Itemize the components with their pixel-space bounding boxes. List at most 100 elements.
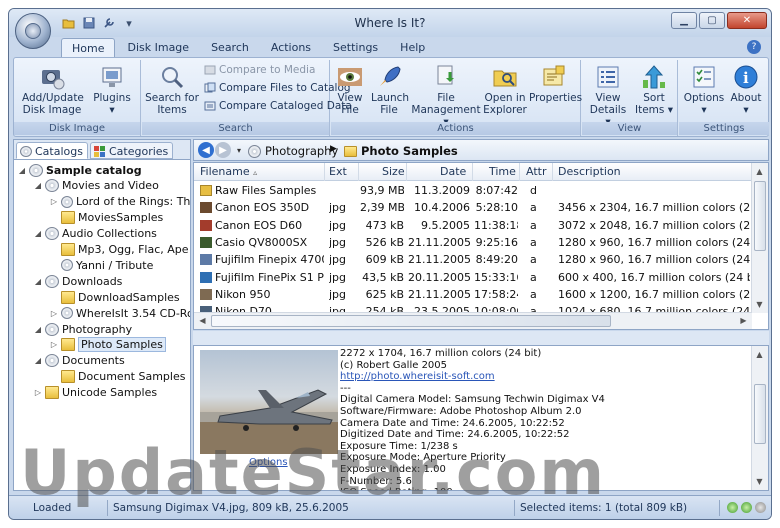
file-list-horizontal-scrollbar[interactable]: ◀ ▶ [194, 312, 752, 329]
column-date[interactable]: Date [440, 165, 466, 178]
scroll-left-icon[interactable]: ◀ [195, 313, 210, 328]
expand-arrow-icon[interactable]: ▷ [50, 309, 58, 318]
compare-cataloged-data-button[interactable]: Compare Cataloged Data [204, 100, 352, 112]
compare-media-icon [204, 64, 216, 76]
tab-catalogs[interactable]: Catalogs [16, 142, 88, 159]
tree-node[interactable]: ▷ Photo Samples [50, 337, 166, 353]
add-update-disk-image-button[interactable]: Add/Update Disk Image [22, 62, 84, 116]
website-link[interactable]: http://photo.whereisit-soft.com [340, 371, 740, 383]
tree-node[interactable]: MoviesSamples [50, 210, 163, 226]
scroll-thumb[interactable] [754, 181, 766, 251]
about-button[interactable]: i About ▾ [727, 62, 765, 116]
scroll-thumb[interactable] [754, 384, 766, 444]
expand-arrow-icon[interactable]: ▷ [50, 197, 58, 206]
tree-node[interactable]: ▷ WhereIsIt 3.54 CD-Ro [50, 305, 190, 321]
collapse-arrow-icon[interactable]: ◢ [34, 325, 42, 334]
file-row[interactable]: Casio QV8000SX jpg 526 kB 21.11.2005 9:25:16… [194, 234, 752, 251]
plugins-button[interactable]: Plugins ▾ [88, 62, 136, 116]
collapse-arrow-icon[interactable]: ◢ [34, 356, 42, 365]
help-icon[interactable]: ? [747, 40, 761, 54]
collapse-arrow-icon[interactable]: ◢ [34, 181, 42, 190]
folder-icon [45, 386, 59, 400]
tree-node[interactable]: ◢ Movies and Video [34, 178, 159, 194]
application-menu-button[interactable] [15, 13, 51, 49]
column-time[interactable]: Time [489, 165, 516, 178]
tree-node[interactable]: ◢ Audio Collections [34, 226, 157, 242]
minimize-button[interactable]: ▁ [671, 12, 697, 29]
tree-node[interactable]: ▷ Unicode Samples [34, 385, 157, 401]
compare-files-to-catalog-button[interactable]: Compare Files to Catalog [204, 82, 351, 94]
maximize-button[interactable]: ▢ [699, 12, 725, 29]
file-row[interactable]: Canon EOS 350D jpg 2,39 MB 10.4.2006 5:28:10… [194, 199, 752, 216]
tree-node[interactable]: Yanni / Tribute [50, 257, 153, 273]
options-button[interactable]: Options ▾ [683, 62, 725, 116]
collapse-arrow-icon[interactable]: ◢ [34, 277, 42, 286]
tab-settings[interactable]: Settings [323, 38, 388, 58]
catalog-tab-strip: Catalogs Categories [14, 140, 190, 160]
collapse-arrow-icon[interactable]: ◢ [34, 229, 42, 238]
open-in-explorer-button[interactable]: Open in Explorer [483, 62, 527, 116]
cell-name-text: Canon EOS 350D [215, 201, 310, 215]
tree-node[interactable]: Mp3, Ogg, Flac, Ape [50, 242, 189, 258]
tab-categories[interactable]: Categories [90, 142, 174, 159]
compare-to-media-button[interactable]: Compare to Media [204, 64, 315, 76]
scroll-down-icon[interactable]: ▼ [752, 474, 767, 489]
file-row[interactable]: Fujifilm FinePix S1 Pro jpg 43,5 kB 20.11.2… [194, 269, 752, 286]
preview-vertical-scrollbar[interactable]: ▲ ▼ [751, 346, 768, 490]
tree-node[interactable]: ▷ Lord of the Rings: Th [50, 194, 190, 210]
file-row[interactable]: Canon EOS D60 jpg 473 kB 9.5.2005 11:38:18 a 3… [194, 217, 752, 234]
catalog-icon [29, 163, 43, 177]
collapse-arrow-icon[interactable]: ◢ [18, 166, 26, 175]
column-size[interactable]: Size [382, 165, 405, 178]
horizontal-scroll-thumb[interactable] [211, 315, 611, 327]
scroll-up-icon[interactable]: ▲ [752, 164, 767, 179]
scroll-right-icon[interactable]: ▶ [736, 313, 751, 328]
tab-help[interactable]: Help [390, 38, 435, 58]
breadcrumb-root[interactable]: Photography [248, 144, 338, 158]
scroll-down-icon[interactable]: ▼ [752, 297, 767, 312]
tree-node[interactable]: ◢ Photography [34, 321, 132, 337]
options-link[interactable]: Options [249, 457, 288, 468]
column-attr[interactable]: Attr [526, 165, 546, 178]
file-row[interactable]: Nikon 950 jpg 625 kB 21.11.2005 17:58:24 a 160… [194, 286, 752, 303]
tree-node[interactable]: ◢ Documents [34, 353, 125, 369]
properties-button[interactable]: Properties [529, 62, 582, 104]
expand-arrow-icon[interactable]: ▷ [50, 340, 58, 349]
image-thumbnail-icon [200, 254, 212, 266]
forward-arrow-icon[interactable]: ▶ [215, 142, 231, 158]
file-list-vertical-scrollbar[interactable]: ▲ ▼ [751, 163, 768, 313]
column-filename[interactable]: Filename ▵ [200, 165, 257, 178]
breadcrumb-current[interactable]: Photo Samples [344, 144, 458, 158]
tab-actions[interactable]: Actions [261, 38, 321, 58]
cell-time: 11:38:18 [474, 219, 518, 232]
file-management-button[interactable]: File Management ▾ [411, 62, 481, 128]
view-file-button[interactable]: View File [333, 62, 367, 116]
scroll-up-icon[interactable]: ▲ [752, 347, 767, 362]
file-row[interactable]: Raw Files Samples 93,9 MB 11.3.2009 8:07:42… [194, 182, 752, 199]
cell-attr: a [530, 236, 546, 249]
file-management-label-2: Management [411, 104, 481, 116]
tree-node[interactable]: ◢ Downloads [34, 273, 122, 289]
breadcrumb-separator-icon[interactable]: ▶ [330, 144, 337, 154]
tab-home[interactable]: Home [61, 38, 116, 58]
disc-icon [45, 322, 59, 336]
tab-disk-image[interactable]: Disk Image [117, 38, 199, 58]
launch-file-button[interactable]: Launch File [371, 62, 409, 116]
sort-items-button[interactable]: Sort Items ▾ [632, 62, 676, 116]
cell-name-text: Canon EOS D60 [215, 218, 303, 232]
tree-node[interactable]: DownloadSamples [50, 289, 180, 305]
column-description[interactable]: Description [558, 165, 621, 178]
column-ext[interactable]: Ext [329, 165, 347, 178]
back-arrow-icon[interactable]: ◀ [198, 142, 214, 158]
tab-search[interactable]: Search [201, 38, 259, 58]
search-for-items-button[interactable]: Search for Items [144, 62, 200, 116]
close-button[interactable]: ✕ [727, 12, 767, 29]
folder-icon [61, 338, 75, 352]
history-dropdown-icon[interactable]: ▾ [231, 142, 247, 158]
view-details-button[interactable]: View Details ▾ [586, 62, 630, 128]
file-row[interactable]: Fujifilm Finepix 4700 jpg 609 kB 21.11.2005… [194, 251, 752, 268]
preview-splitter[interactable] [193, 331, 769, 345]
expand-arrow-icon[interactable]: ▷ [34, 388, 42, 397]
tree-node[interactable]: Document Samples [50, 369, 185, 385]
tree-node[interactable]: ◢ Sample catalog [18, 162, 142, 178]
